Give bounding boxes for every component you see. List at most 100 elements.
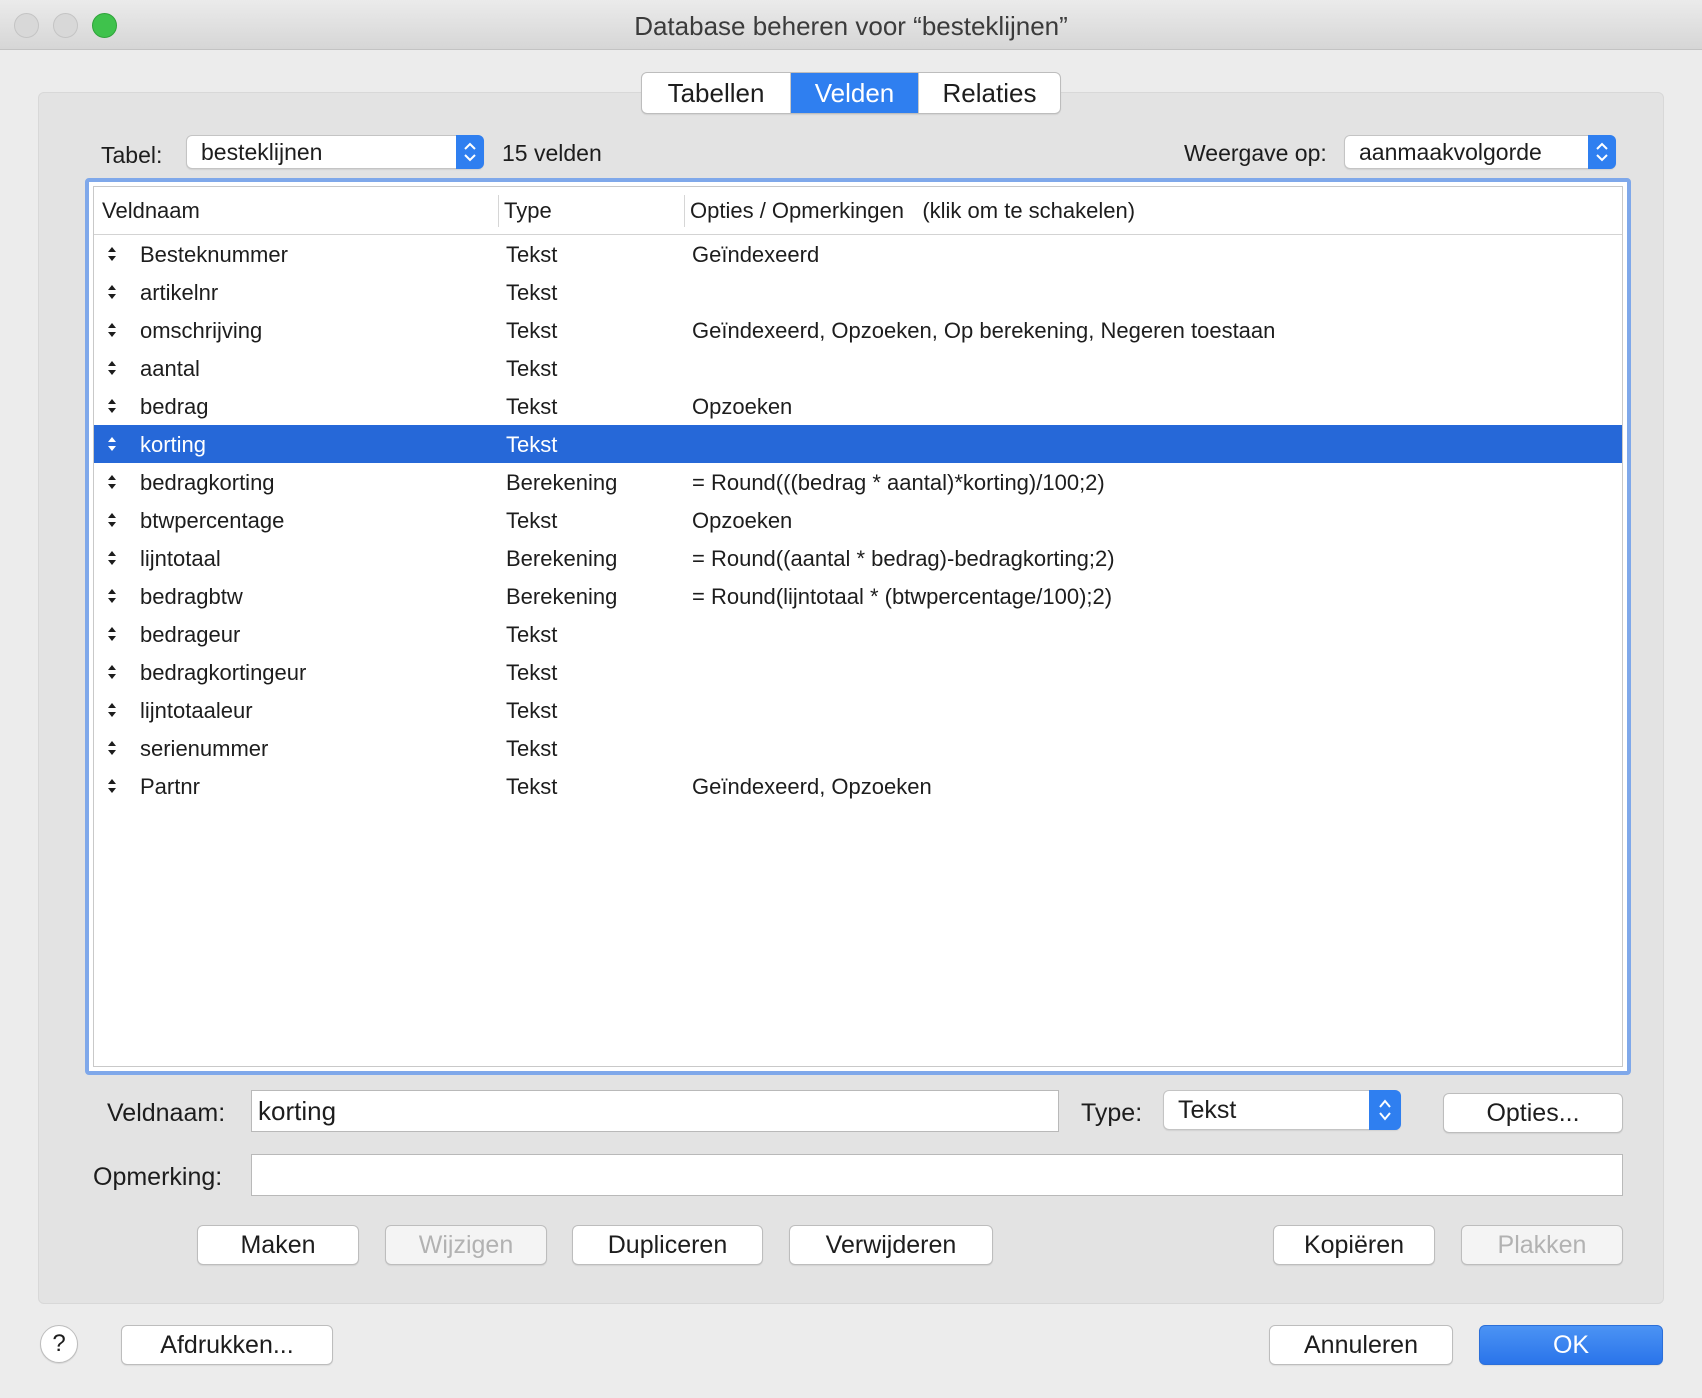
field-name-cell: Besteknummer (140, 242, 288, 267)
reorder-handle-icon[interactable] (106, 660, 118, 684)
table-row[interactable]: bedrageur Tekst (94, 615, 1622, 653)
table-row[interactable]: bedragkorting Berekening = Round(((bedrag … (94, 463, 1622, 501)
table-row[interactable]: btwpercentage Tekst Opzoeken (94, 501, 1622, 539)
reorder-handle-icon[interactable] (106, 736, 118, 760)
delete-button[interactable]: Verwijderen (789, 1225, 993, 1265)
field-type-cell: Tekst (506, 508, 558, 533)
field-type-cell: Berekening (506, 584, 618, 609)
cancel-button[interactable]: Annuleren (1269, 1325, 1453, 1365)
field-options-cell[interactable]: = Round(((bedrag * aantal)*korting)/100;… (692, 470, 1105, 496)
field-name-cell: Partnr (140, 774, 200, 799)
field-options-cell[interactable]: Geïndexeerd, Opzoeken, Op berekening, Ne… (692, 318, 1275, 344)
table-row[interactable]: aantal Tekst (94, 349, 1622, 387)
field-name-cell: btwpercentage (140, 508, 285, 533)
ok-button[interactable]: OK (1479, 1325, 1663, 1365)
list-header: Veldnaam Type Opties / Opmerkingen (klik… (94, 187, 1622, 235)
comment-label: Opmerking: (93, 1163, 223, 1191)
field-list[interactable]: Veldnaam Type Opties / Opmerkingen (klik… (93, 186, 1623, 1067)
reorder-handle-icon[interactable] (106, 242, 118, 266)
field-type-cell: Tekst (506, 394, 558, 419)
field-name-cell: bedrag (140, 394, 209, 419)
reorder-handle-icon[interactable] (106, 546, 118, 570)
popup-stepper-icon (456, 135, 484, 169)
fieldname-input[interactable]: korting (251, 1090, 1059, 1132)
view-order-popup[interactable]: aanmaakvolgorde (1344, 135, 1616, 169)
comment-input[interactable] (251, 1154, 1623, 1196)
field-name-cell: lijntotaaleur (140, 698, 253, 723)
reorder-handle-icon[interactable] (106, 280, 118, 304)
table-row[interactable]: bedragbtw Berekening = Round(lijntotaal * … (94, 577, 1622, 615)
field-name-cell: bedragkortingeur (140, 660, 307, 685)
field-type-cell: Tekst (506, 432, 558, 457)
type-label: Type: (1081, 1099, 1143, 1127)
reorder-handle-icon[interactable] (106, 394, 118, 418)
field-list-frame: Veldnaam Type Opties / Opmerkingen (klik… (85, 178, 1631, 1075)
field-type-cell: Tekst (506, 660, 558, 685)
popup-stepper-icon (1369, 1090, 1401, 1130)
column-divider (498, 195, 499, 227)
field-name-cell: artikelnr (140, 280, 219, 305)
table-popup[interactable]: besteklijnen (186, 135, 484, 169)
reorder-handle-icon[interactable] (106, 622, 118, 646)
field-type-cell: Tekst (506, 356, 558, 381)
reorder-handle-icon[interactable] (106, 508, 118, 532)
table-row[interactable]: bedrag Tekst Opzoeken (94, 387, 1622, 425)
title-bar: Database beheren voor “besteklijnen” (0, 0, 1702, 50)
field-name-cell: korting (140, 432, 207, 457)
table-row[interactable]: lijntotaal Berekening = Round((aantal * be… (94, 539, 1622, 577)
field-name-cell: omschrijving (140, 318, 263, 343)
table-row[interactable]: lijntotaaleur Tekst (94, 691, 1622, 729)
reorder-handle-icon[interactable] (106, 584, 118, 608)
list-rows: Besteknummer Tekst Geïndexeerd artikelnr Tek… (94, 235, 1622, 805)
field-options-cell[interactable]: Opzoeken (692, 394, 792, 420)
field-options-cell[interactable]: = Round((aantal * bedrag)-bedragkorting;… (692, 546, 1115, 572)
table-label: Tabel: (101, 142, 163, 168)
field-name-cell: bedrageur (140, 622, 241, 647)
table-row[interactable]: Partnr Tekst Geïndexeerd, Opzoeken (94, 767, 1622, 805)
change-button[interactable]: Wijzigen (385, 1225, 547, 1265)
table-row[interactable]: artikelnr Tekst (94, 273, 1622, 311)
field-type-cell: Tekst (506, 698, 558, 723)
field-name-cell: serienummer (140, 736, 269, 761)
type-popup[interactable]: Tekst (1163, 1090, 1401, 1130)
field-type-cell: Tekst (506, 242, 558, 267)
view-order-value: aanmaakvolgorde (1359, 138, 1542, 165)
help-button[interactable]: ? (40, 1325, 78, 1363)
field-options-cell[interactable]: Opzoeken (692, 508, 792, 534)
field-options-cell[interactable]: = Round(lijntotaal * (btwpercentage/100)… (692, 584, 1112, 610)
field-type-cell: Tekst (506, 622, 558, 647)
paste-button[interactable]: Plakken (1461, 1225, 1623, 1265)
tab-relaties[interactable]: Relaties (918, 73, 1060, 113)
table-row[interactable]: omschrijving Tekst Geïndexeerd, Opzoeken, … (94, 311, 1622, 349)
column-header-veldnaam[interactable]: Veldnaam (102, 198, 200, 224)
print-button[interactable]: Afdrukken... (121, 1325, 333, 1365)
fieldname-label: Veldnaam: (107, 1099, 226, 1127)
popup-stepper-icon (1588, 135, 1616, 169)
field-name-cell: bedragkorting (140, 470, 275, 495)
column-header-type[interactable]: Type (504, 198, 552, 224)
column-header-options[interactable]: Opties / Opmerkingen (klik om te schakel… (690, 198, 1135, 224)
table-row[interactable]: bedragkortingeur Tekst (94, 653, 1622, 691)
field-type-cell: Tekst (506, 318, 558, 343)
field-options-cell[interactable]: Geïndexeerd, Opzoeken (692, 774, 932, 800)
tab-velden[interactable]: Velden (790, 73, 918, 113)
field-type-cell: Tekst (506, 736, 558, 761)
reorder-handle-icon[interactable] (106, 432, 118, 456)
create-button[interactable]: Maken (197, 1225, 359, 1265)
table-row[interactable]: serienummer Tekst (94, 729, 1622, 767)
reorder-handle-icon[interactable] (106, 318, 118, 342)
duplicate-button[interactable]: Dupliceren (572, 1225, 763, 1265)
reorder-handle-icon[interactable] (106, 470, 118, 494)
field-name-cell: aantal (140, 356, 200, 381)
options-button[interactable]: Opties... (1443, 1093, 1623, 1133)
table-row[interactable]: Besteknummer Tekst Geïndexeerd (94, 235, 1622, 273)
field-options-cell[interactable]: Geïndexeerd (692, 242, 819, 268)
copy-button[interactable]: Kopiëren (1273, 1225, 1435, 1265)
reorder-handle-icon[interactable] (106, 698, 118, 722)
window-title: Database beheren voor “besteklijnen” (634, 11, 1068, 41)
reorder-handle-icon[interactable] (106, 774, 118, 798)
tab-tabellen[interactable]: Tabellen (642, 73, 790, 113)
table-row[interactable]: korting Tekst (94, 425, 1622, 463)
reorder-handle-icon[interactable] (106, 356, 118, 380)
field-type-cell: Berekening (506, 470, 618, 495)
